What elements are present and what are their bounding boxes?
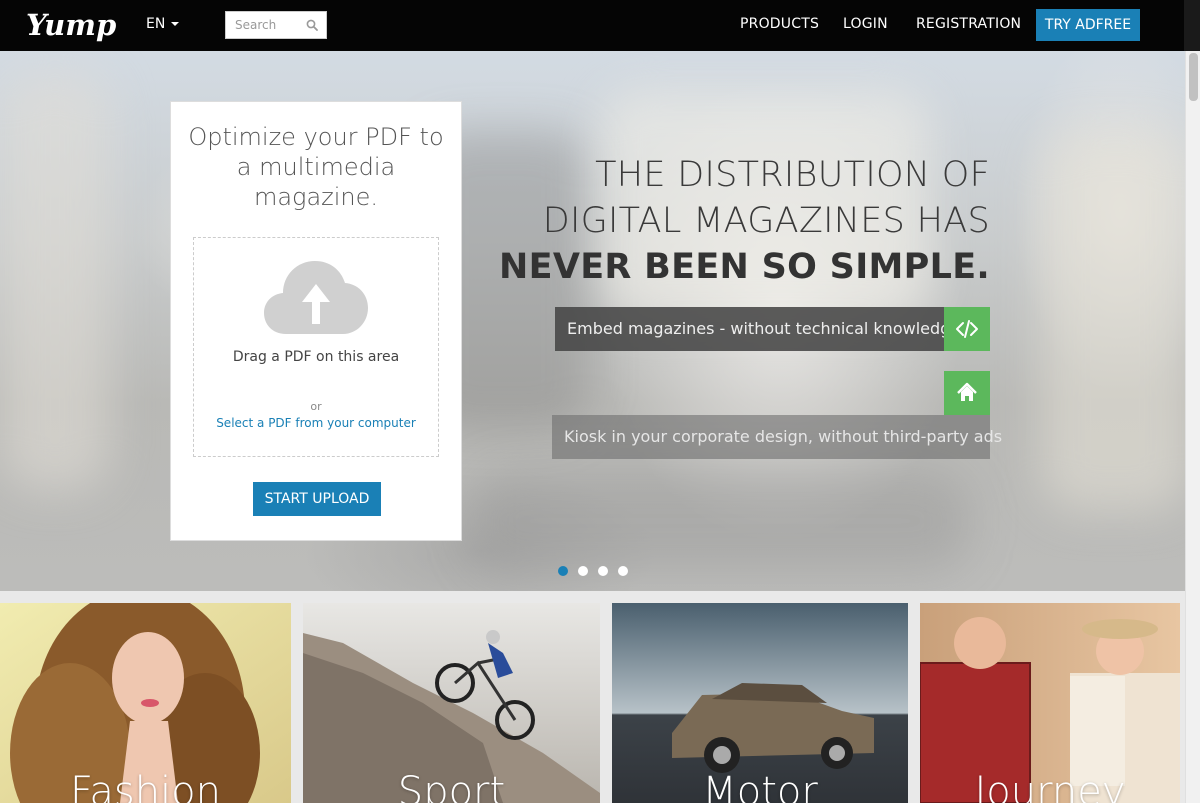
feature-embed[interactable]: Embed magazines - without technical know… — [555, 307, 990, 351]
hero-background-shape — [1040, 131, 1185, 511]
code-icon — [944, 307, 990, 351]
feature-kiosk[interactable]: Kiosk in your corporate design, without … — [552, 415, 1002, 459]
hero-background-shape — [0, 71, 110, 491]
select-pdf-link[interactable]: Select a PDF from your computer — [194, 416, 438, 430]
carousel-dot-4[interactable] — [618, 566, 628, 576]
upload-card-title: Optimize your PDF to a multimedia magazi… — [188, 123, 444, 211]
nav-products-link[interactable]: PRODUCTS — [740, 16, 819, 32]
category-tile-sport[interactable]: Sport — [303, 603, 600, 803]
start-upload-button[interactable]: START UPLOAD — [253, 482, 381, 516]
page-scrollbar[interactable] — [1185, 51, 1200, 803]
upload-card: Optimize your PDF to a multimedia magazi… — [170, 101, 462, 541]
category-label-fashion: Fashion — [70, 769, 221, 803]
feature-embed-text: Embed magazines - without technical know… — [555, 307, 960, 351]
nav-registration-link[interactable]: REGISTRATION — [916, 16, 1021, 32]
category-tiles: Fashion Sport Motor Journey — [0, 591, 1185, 803]
search-input[interactable] — [226, 12, 302, 38]
cloud-upload-icon — [264, 261, 368, 334]
headline-line-2: DIGITAL MAGAZINES HAS — [542, 201, 990, 241]
try-adfree-button[interactable]: TRY ADFREE — [1036, 9, 1140, 41]
hero-section: Optimize your PDF to a multimedia magazi… — [0, 51, 1185, 591]
language-selector[interactable]: EN — [146, 16, 180, 32]
svg-text:Yumpu: Yumpu — [26, 8, 116, 42]
carousel-dot-1[interactable] — [558, 566, 568, 576]
drag-pdf-text: Drag a PDF on this area — [232, 349, 400, 365]
category-label-motor: Motor — [702, 769, 818, 803]
carousel-dot-2[interactable] — [578, 566, 588, 576]
yumpu-logo[interactable]: Yumpu — [24, 5, 116, 45]
search-box — [225, 11, 327, 39]
top-navbar: Yumpu EN PRODUCTS LOGIN REGISTRATION TRY… — [0, 0, 1200, 51]
or-separator: or — [310, 400, 322, 413]
nav-login-link[interactable]: LOGIN — [843, 16, 888, 32]
caret-down-icon — [171, 22, 180, 26]
hero-headline: THE DISTRIBUTION OF DIGITAL MAGAZINES HA… — [499, 152, 990, 290]
home-icon[interactable] — [944, 371, 990, 415]
category-label-journey: Journey — [974, 769, 1126, 803]
category-label-sport: Sport — [397, 769, 506, 803]
headline-line-3: NEVER BEEN SO SIMPLE. — [499, 247, 990, 287]
category-tile-motor[interactable]: Motor — [612, 603, 908, 803]
category-tile-fashion[interactable]: Fashion — [0, 603, 291, 803]
pdf-dropzone[interactable]: Drag a PDF on this area or Select a PDF … — [193, 237, 439, 457]
carousel-dot-3[interactable] — [598, 566, 608, 576]
scrollbar-top-segment — [1184, 0, 1200, 51]
scrollbar-thumb[interactable] — [1189, 53, 1198, 101]
search-icon[interactable] — [306, 19, 318, 31]
language-label: EN — [146, 16, 166, 32]
feature-kiosk-text: Kiosk in your corporate design, without … — [552, 415, 1002, 459]
category-tile-journey[interactable]: Journey — [920, 603, 1180, 803]
hero-background-shape — [470, 471, 970, 571]
headline-line-1: THE DISTRIBUTION OF — [595, 155, 990, 195]
